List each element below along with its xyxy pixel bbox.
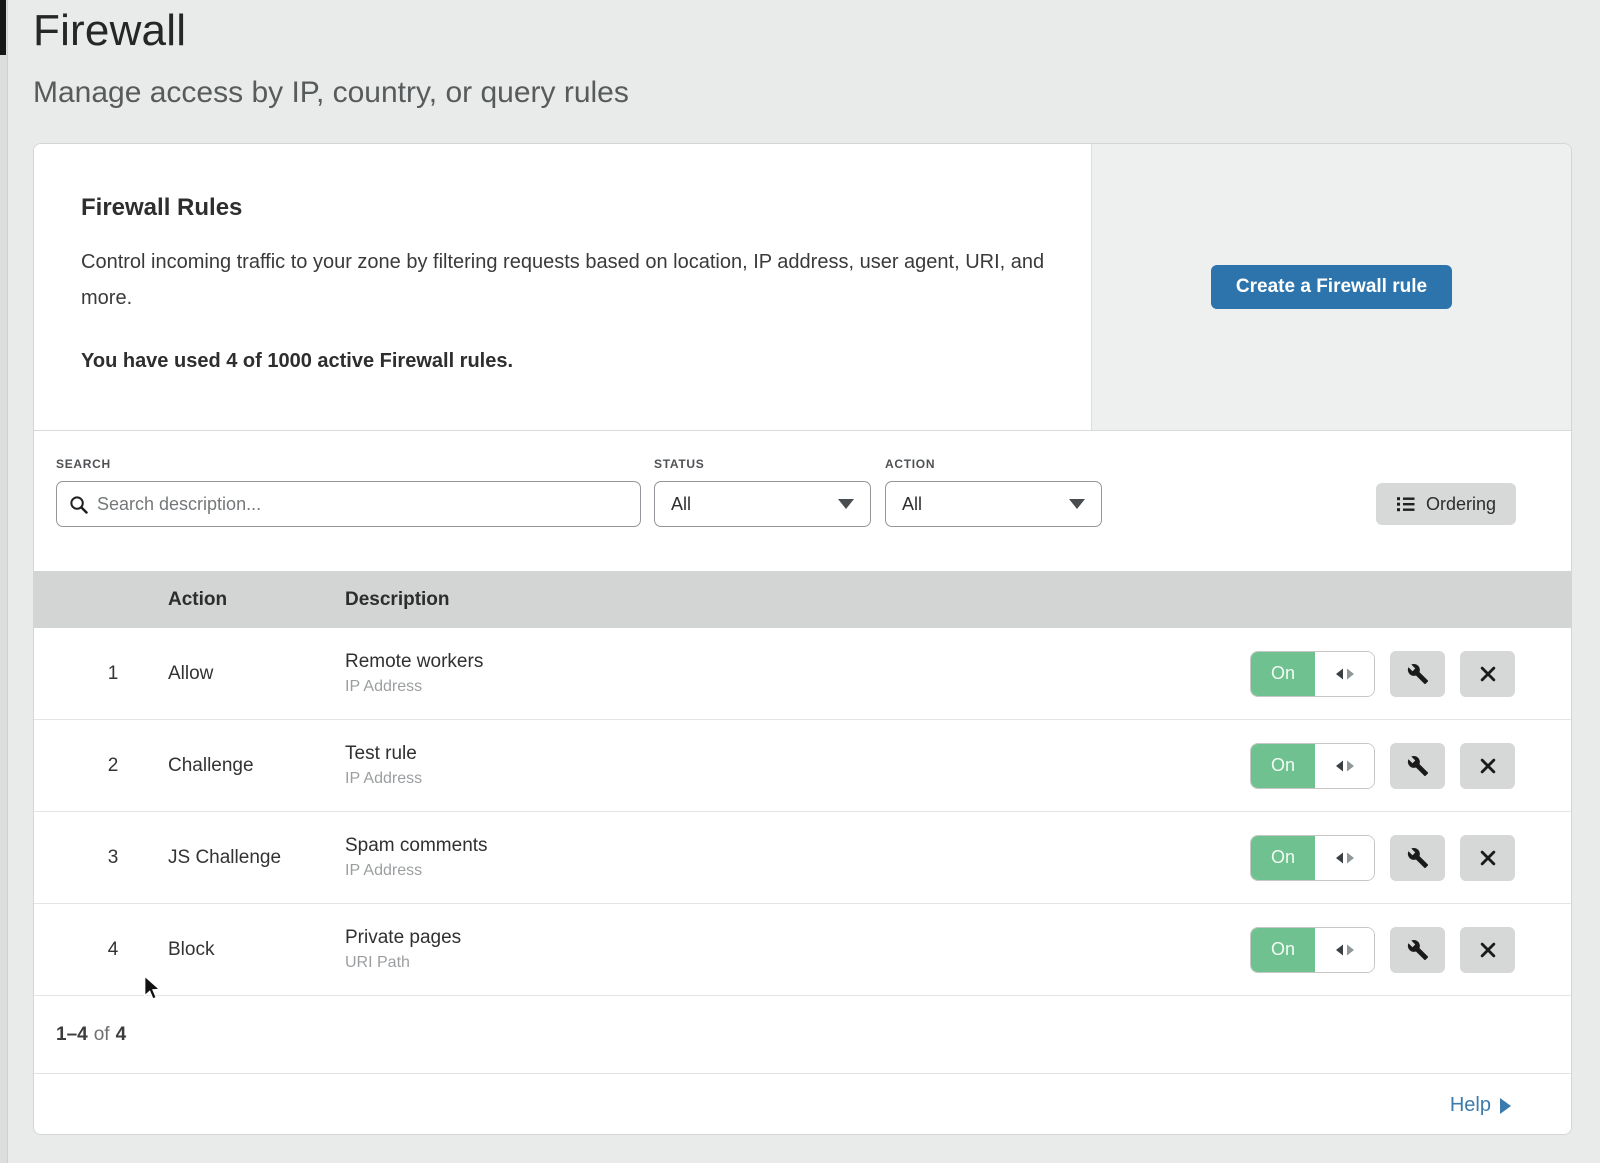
help-link[interactable]: Help	[1450, 1094, 1511, 1117]
x-icon	[1478, 664, 1498, 684]
section-heading: Firewall Rules	[81, 194, 242, 222]
rule-enabled-toggle[interactable]: On	[1250, 743, 1375, 789]
rule-description-title: Private pages	[345, 927, 461, 949]
rule-action: Allow	[168, 663, 213, 685]
x-icon	[1478, 940, 1498, 960]
rule-enabled-toggle[interactable]: On	[1250, 927, 1375, 973]
table-row: 1 Allow Remote workers IP Address On	[34, 628, 1571, 720]
rules-list: 1 Allow Remote workers IP Address On	[34, 628, 1571, 996]
status-label: STATUS	[654, 457, 704, 471]
rule-controls: On	[1250, 651, 1515, 697]
page-title: Firewall	[33, 6, 186, 56]
action-selected-value: All	[902, 494, 922, 515]
help-link-label: Help	[1450, 1094, 1491, 1117]
overview-text-panel: Firewall Rules Control incoming traffic …	[34, 144, 1091, 430]
help-section: Help	[34, 1074, 1571, 1135]
overview-section: Firewall Rules Control incoming traffic …	[34, 144, 1571, 431]
section-description: Control incoming traffic to your zone by…	[81, 244, 1046, 316]
ordering-button[interactable]: Ordering	[1376, 483, 1516, 525]
window-left-edge	[0, 0, 8, 1163]
overview-action-panel: Create a Firewall rule	[1091, 144, 1571, 430]
rule-priority: 3	[98, 847, 128, 869]
rule-description-title: Remote workers	[345, 651, 483, 673]
rule-priority: 4	[98, 939, 128, 961]
rule-action: Block	[168, 939, 214, 961]
action-label: ACTION	[885, 457, 935, 471]
rule-enabled-toggle[interactable]: On	[1250, 651, 1375, 697]
wrench-icon	[1407, 663, 1429, 685]
column-header-action: Action	[168, 589, 227, 611]
edit-rule-button[interactable]	[1390, 927, 1445, 973]
rule-match-type: URI Path	[345, 954, 461, 972]
toggle-arrows-icon	[1315, 744, 1374, 788]
filters-section: SEARCH STATUS All ACTION All	[34, 431, 1571, 571]
pager-total: 4	[116, 1024, 127, 1046]
rule-description-title: Test rule	[345, 743, 422, 765]
help-arrow-icon	[1500, 1098, 1511, 1114]
chevron-down-icon	[838, 499, 854, 509]
pager-range: 1–4	[56, 1024, 88, 1046]
rule-controls: On	[1250, 835, 1515, 881]
rule-description: Test rule IP Address	[345, 743, 422, 788]
search-box[interactable]	[56, 481, 641, 527]
table-row: 4 Block Private pages URI Path On	[34, 904, 1571, 996]
edit-rule-button[interactable]	[1390, 835, 1445, 881]
firewall-rules-card: Firewall Rules Control incoming traffic …	[33, 143, 1572, 1135]
edit-rule-button[interactable]	[1390, 743, 1445, 789]
pagination-status: 1–4 of 4	[34, 996, 1571, 1074]
rule-description: Spam comments IP Address	[345, 835, 488, 880]
pager-of-label: of	[94, 1024, 110, 1046]
usage-summary: You have used 4 of 1000 active Firewall …	[81, 350, 513, 373]
table-header: Action Description	[34, 571, 1571, 628]
toggle-arrows-icon	[1315, 652, 1374, 696]
delete-rule-button[interactable]	[1460, 743, 1515, 789]
status-selected-value: All	[671, 494, 691, 515]
page-subtitle: Manage access by IP, country, or query r…	[33, 76, 629, 110]
chevron-down-icon	[1069, 499, 1085, 509]
rule-match-type: IP Address	[345, 770, 422, 788]
delete-rule-button[interactable]	[1460, 835, 1515, 881]
rule-controls: On	[1250, 927, 1515, 973]
rule-enabled-toggle[interactable]: On	[1250, 835, 1375, 881]
toggle-arrows-icon	[1315, 836, 1374, 880]
table-row: 3 JS Challenge Spam comments IP Address …	[34, 812, 1571, 904]
delete-rule-button[interactable]	[1460, 927, 1515, 973]
rule-priority: 2	[98, 755, 128, 777]
toggle-on-label: On	[1251, 652, 1315, 696]
edit-rule-button[interactable]	[1390, 651, 1445, 697]
search-label: SEARCH	[56, 457, 111, 471]
rule-match-type: IP Address	[345, 678, 483, 696]
ordering-button-label: Ordering	[1426, 494, 1496, 515]
toggle-on-label: On	[1251, 836, 1315, 880]
rule-action: JS Challenge	[168, 847, 281, 869]
wrench-icon	[1407, 847, 1429, 869]
search-icon	[69, 495, 88, 514]
create-firewall-rule-button[interactable]: Create a Firewall rule	[1211, 265, 1452, 309]
wrench-icon	[1407, 755, 1429, 777]
rule-priority: 1	[98, 663, 128, 685]
wrench-icon	[1407, 939, 1429, 961]
rule-description: Private pages URI Path	[345, 927, 461, 972]
search-input[interactable]	[97, 494, 628, 515]
delete-rule-button[interactable]	[1460, 651, 1515, 697]
x-icon	[1478, 756, 1498, 776]
column-header-description: Description	[345, 589, 450, 611]
toggle-on-label: On	[1251, 928, 1315, 972]
table-row: 2 Challenge Test rule IP Address On	[34, 720, 1571, 812]
rule-controls: On	[1250, 743, 1515, 789]
toggle-arrows-icon	[1315, 928, 1374, 972]
rule-description: Remote workers IP Address	[345, 651, 483, 696]
toggle-on-label: On	[1251, 744, 1315, 788]
action-select[interactable]: All	[885, 481, 1102, 527]
x-icon	[1478, 848, 1498, 868]
status-select[interactable]: All	[654, 481, 871, 527]
rule-match-type: IP Address	[345, 862, 488, 880]
rule-description-title: Spam comments	[345, 835, 488, 857]
page: { "page": { "title": "Firewall", "subtit…	[0, 0, 1600, 1163]
ordered-list-icon	[1396, 494, 1416, 514]
rule-action: Challenge	[168, 755, 254, 777]
window-edge-artifact	[0, 0, 6, 55]
